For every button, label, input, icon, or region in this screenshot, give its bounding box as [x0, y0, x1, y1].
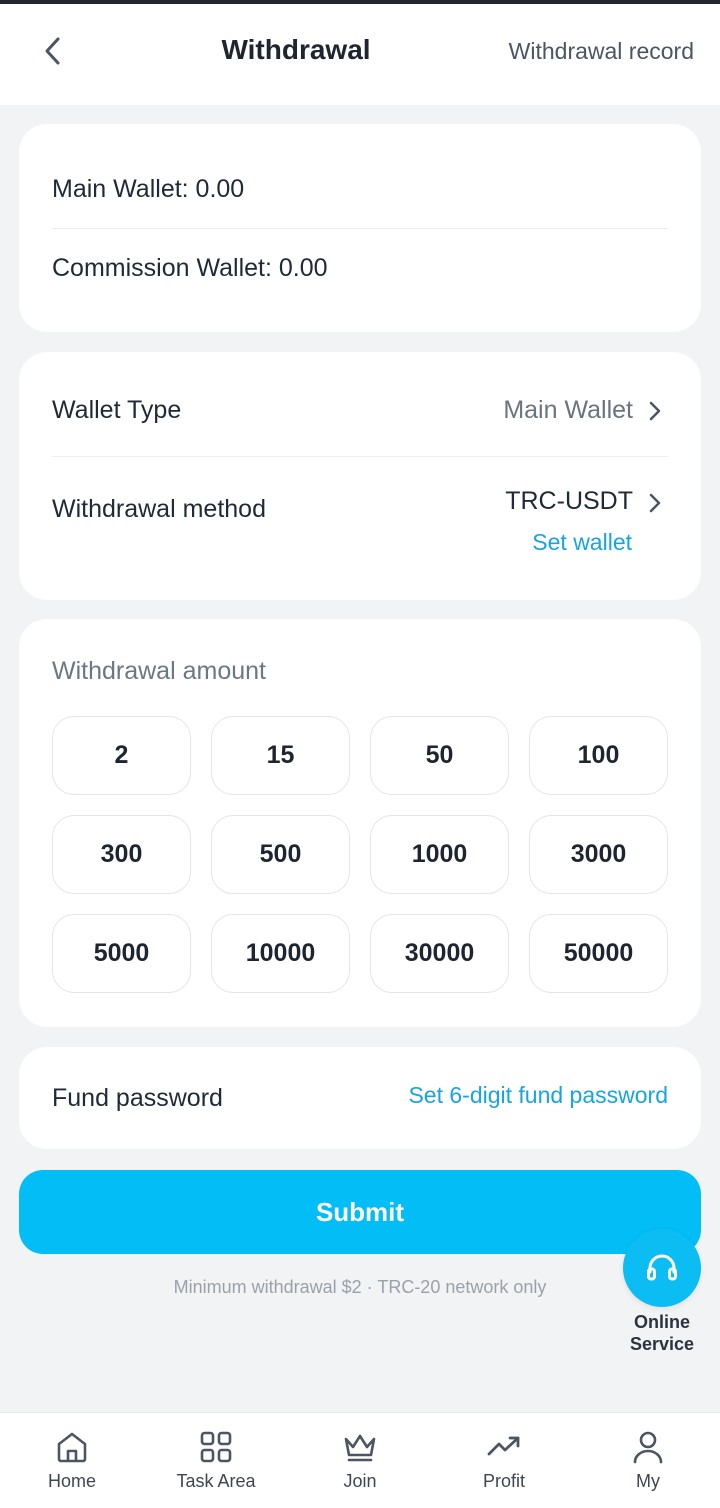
- main-wallet-balance: Main Wallet: 0.00: [52, 175, 245, 203]
- chevron-left-icon: [45, 37, 60, 65]
- tab-my[interactable]: My: [576, 1413, 720, 1508]
- amount-option[interactable]: 50000: [529, 914, 668, 993]
- grid-icon: [200, 1431, 232, 1463]
- withdrawal-record-link[interactable]: Withdrawal record: [509, 38, 694, 65]
- withdrawal-note: Minimum withdrawal $2 · TRC-20 network o…: [173, 1277, 547, 1297]
- header-bar: Withdrawal Withdrawal record: [0, 4, 720, 105]
- amount-options: 2 15 50 100 300 500 1000 3000 5000 10000…: [52, 716, 668, 993]
- tab-profit[interactable]: Profit: [432, 1413, 576, 1508]
- headset-icon: [647, 1254, 677, 1281]
- withdrawal-amount-card: Withdrawal amount 2 15 50 100 300 500 10…: [19, 619, 701, 1027]
- tab-label: Profit: [482, 1471, 525, 1491]
- tab-label: Task Area: [176, 1471, 256, 1491]
- amount-option[interactable]: 500: [211, 815, 350, 894]
- amount-option[interactable]: 3000: [529, 815, 668, 894]
- amount-option[interactable]: 15: [211, 716, 350, 795]
- wallet-type-value: Main Wallet: [503, 396, 633, 424]
- amount-option[interactable]: 300: [52, 815, 191, 894]
- commission-wallet-balance: Commission Wallet: 0.00: [52, 254, 328, 282]
- wallet-balance-card: Main Wallet: 0.00 Commission Wallet: 0.0…: [19, 124, 701, 332]
- amount-option[interactable]: 10000: [211, 914, 350, 993]
- back-button[interactable]: [30, 26, 76, 76]
- withdrawal-method-value: TRC-USDT: [505, 487, 633, 515]
- online-service-button[interactable]: [623, 1229, 701, 1307]
- service-label-line: Service: [629, 1334, 695, 1354]
- service-label-line: Online: [633, 1312, 690, 1332]
- crown-icon: [344, 1434, 376, 1462]
- tab-label: Join: [343, 1471, 377, 1491]
- withdrawal-method-row[interactable]: Withdrawal method TRC-USDT: [19, 457, 701, 527]
- divider: [52, 228, 668, 229]
- amount-option[interactable]: 100: [529, 716, 668, 795]
- trending-up-icon: [487, 1436, 520, 1456]
- online-service-label: Online Service: [611, 1311, 713, 1355]
- withdrawal-amount-title: Withdrawal amount: [52, 657, 266, 685]
- chevron-right-icon: [649, 493, 661, 513]
- tab-label: My: [636, 1471, 660, 1491]
- withdrawal-settings-card: Wallet Type Main Wallet Withdrawal metho…: [19, 352, 701, 600]
- amount-option[interactable]: 2: [52, 716, 191, 795]
- amount-option[interactable]: 50: [370, 716, 509, 795]
- chevron-right-icon: [649, 401, 661, 421]
- fund-password-label: Fund password: [52, 1084, 223, 1112]
- bottom-tab-bar: Home Task Area Join Profit My: [0, 1412, 720, 1508]
- tab-home[interactable]: Home: [0, 1413, 144, 1508]
- fund-password-card: Fund password Set 6-digit fund password: [19, 1047, 701, 1149]
- wallet-type-row[interactable]: Wallet Type Main Wallet: [19, 352, 701, 456]
- submit-button[interactable]: Submit: [19, 1170, 701, 1254]
- amount-option[interactable]: 1000: [370, 815, 509, 894]
- tab-label: Home: [47, 1471, 96, 1491]
- tab-join[interactable]: Join: [288, 1413, 432, 1508]
- withdrawal-method-label: Withdrawal method: [52, 495, 266, 523]
- tab-task-area[interactable]: Task Area: [144, 1413, 288, 1508]
- amount-option[interactable]: 30000: [370, 914, 509, 993]
- set-wallet-link[interactable]: Set wallet: [532, 529, 632, 556]
- set-fund-password-link[interactable]: Set 6-digit fund password: [408, 1082, 668, 1109]
- wallet-type-label: Wallet Type: [52, 396, 182, 424]
- user-icon: [633, 1431, 663, 1464]
- amount-option[interactable]: 5000: [52, 914, 191, 993]
- home-icon: [57, 1432, 87, 1463]
